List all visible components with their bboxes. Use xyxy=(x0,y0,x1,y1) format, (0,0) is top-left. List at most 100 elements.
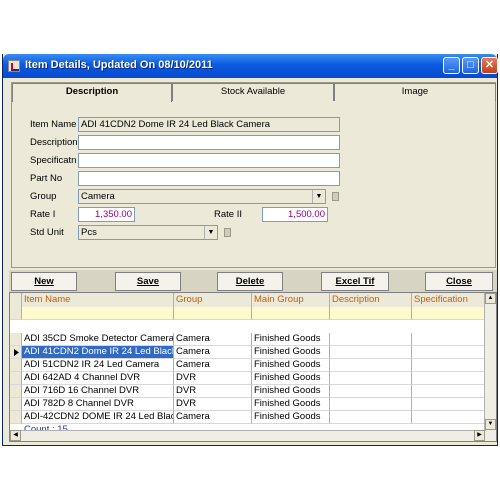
table-row[interactable]: ADI 35CD Smoke Detector Camera Camera Fini… xyxy=(10,333,486,346)
table-row[interactable]: ADI 642AD 4 Channel DVR DVR Finished Goods xyxy=(10,372,486,385)
close-button[interactable]: Close xyxy=(425,272,493,291)
cell-group[interactable]: Camera xyxy=(174,359,252,372)
cell-group[interactable]: DVR xyxy=(174,372,252,385)
cell-main-group[interactable]: Finished Goods xyxy=(252,359,330,372)
filter-cell[interactable] xyxy=(252,307,330,320)
row-selector[interactable] xyxy=(10,372,22,385)
std-unit-lookup-button[interactable] xyxy=(224,228,231,237)
cell-name[interactable]: ADI 51CDN2 IR 24 Led Camera xyxy=(22,359,174,372)
row-selector[interactable] xyxy=(10,411,22,424)
row-selector[interactable] xyxy=(10,346,22,359)
filter-row[interactable] xyxy=(10,307,486,320)
std-unit-value: Pcs xyxy=(81,227,97,238)
column-header-description[interactable]: Description xyxy=(330,293,412,307)
rate-ii-field[interactable]: 1,500.00 xyxy=(262,207,328,222)
cell-description[interactable] xyxy=(330,411,412,424)
cell-specification[interactable] xyxy=(412,333,486,346)
cell-main-group[interactable]: Finished Goods xyxy=(252,411,330,424)
row-selector[interactable] xyxy=(10,333,22,346)
window-title: Item Details, Updated On 08/10/2011 xyxy=(25,59,213,71)
scroll-up-icon[interactable]: ▲ xyxy=(485,293,496,304)
cell-description[interactable] xyxy=(330,385,412,398)
cell-main-group[interactable]: Finished Goods xyxy=(252,372,330,385)
column-header-group[interactable]: Group xyxy=(174,293,252,307)
table-row[interactable]: ADI-42CDN2 DOME IR 24 Led Black Camera Fin… xyxy=(10,411,486,424)
filter-cell[interactable] xyxy=(174,307,252,320)
column-header-specification[interactable]: Specification xyxy=(412,293,486,307)
part-no-field[interactable] xyxy=(78,171,340,186)
cell-specification[interactable] xyxy=(412,346,486,359)
cell-main-group[interactable]: Finished Goods xyxy=(252,398,330,411)
table-row[interactable]: ADI 716D 16 Channel DVR DVR Finished Goods xyxy=(10,385,486,398)
filter-cell[interactable] xyxy=(330,307,412,320)
tab-strip: Description Stock Available Image xyxy=(12,83,497,102)
column-header-item-name[interactable]: Item Name xyxy=(22,293,174,307)
rate-i-field[interactable]: 1,350.00 xyxy=(78,207,135,222)
chevron-down-icon[interactable]: ▼ xyxy=(312,190,325,203)
scroll-down-icon[interactable]: ▼ xyxy=(485,419,496,430)
description-field[interactable] xyxy=(78,135,340,150)
close-window-button[interactable]: ✕ xyxy=(481,57,498,74)
minimize-button[interactable]: _ xyxy=(443,57,460,74)
cell-main-group[interactable]: Finished Goods xyxy=(252,346,330,359)
item-name-label: Item Name xyxy=(30,119,77,130)
excel-button[interactable]: Excel Tif xyxy=(321,272,389,291)
table-row[interactable]: ADI 41CDN2 Dome IR 24 Led Black Camera Fin… xyxy=(10,346,486,359)
part-no-label: Part No xyxy=(30,173,63,184)
cell-group[interactable]: DVR xyxy=(174,385,252,398)
cell-specification[interactable] xyxy=(412,385,486,398)
cell-description[interactable] xyxy=(330,359,412,372)
filter-cell[interactable] xyxy=(22,307,174,320)
cell-group[interactable]: Camera xyxy=(174,333,252,346)
cell-name[interactable]: ADI 782D 8 Channel DVR xyxy=(22,398,174,411)
cell-group[interactable]: Camera xyxy=(174,411,252,424)
cell-name[interactable]: ADI 35CD Smoke Detector Camera xyxy=(22,333,174,346)
items-grid[interactable]: Item Name Group Main Group Description S… xyxy=(9,292,497,442)
save-button[interactable]: Save xyxy=(115,272,181,291)
title-bar[interactable]: Item Details, Updated On 08/10/2011 _ □ … xyxy=(3,54,498,78)
cell-group[interactable]: Camera xyxy=(174,346,252,359)
cell-description[interactable] xyxy=(330,372,412,385)
maximize-button[interactable]: □ xyxy=(462,57,479,74)
std-unit-select[interactable]: Pcs ▼ xyxy=(78,225,218,240)
vertical-scrollbar[interactable]: ▲ ▼ xyxy=(484,293,496,441)
cell-description[interactable] xyxy=(330,398,412,411)
group-label: Group xyxy=(30,191,57,202)
group-select[interactable]: Camera ▼ xyxy=(78,189,326,204)
cell-specification[interactable] xyxy=(412,398,486,411)
cell-name[interactable]: ADI 716D 16 Channel DVR xyxy=(22,385,174,398)
cell-name[interactable]: ADI-42CDN2 DOME IR 24 Led Black xyxy=(22,411,174,424)
tab-description[interactable]: Description xyxy=(12,83,172,102)
cell-specification[interactable] xyxy=(412,372,486,385)
cell-description[interactable] xyxy=(330,333,412,346)
table-row[interactable]: ADI 51CDN2 IR 24 Led Camera Camera Finishe… xyxy=(10,359,486,372)
item-details-window: Item Details, Updated On 08/10/2011 _ □ … xyxy=(2,54,498,446)
cell-name[interactable]: ADI 642AD 4 Channel DVR xyxy=(22,372,174,385)
row-selector[interactable] xyxy=(10,359,22,372)
column-header-main-group[interactable]: Main Group xyxy=(252,293,330,307)
cell-specification[interactable] xyxy=(412,411,486,424)
description-label: Description xyxy=(30,137,78,148)
scroll-right-icon[interactable]: ▶ xyxy=(474,430,485,441)
new-button[interactable]: New xyxy=(11,272,77,291)
delete-button[interactable]: Delete xyxy=(217,272,283,291)
scroll-left-icon[interactable]: ◀ xyxy=(10,430,21,441)
tab-stock-available[interactable]: Stock Available xyxy=(172,83,334,101)
filter-cell[interactable] xyxy=(412,307,486,320)
cell-specification[interactable] xyxy=(412,359,486,372)
row-selector[interactable] xyxy=(10,398,22,411)
cell-description[interactable] xyxy=(330,346,412,359)
tab-image[interactable]: Image xyxy=(334,83,496,101)
row-selector[interactable] xyxy=(10,385,22,398)
cell-main-group[interactable]: Finished Goods xyxy=(252,385,330,398)
table-row[interactable]: ADI 782D 8 Channel DVR DVR Finished Goods xyxy=(10,398,486,411)
app-icon xyxy=(8,60,20,72)
chevron-down-icon[interactable]: ▼ xyxy=(204,226,217,239)
group-lookup-button[interactable] xyxy=(332,192,339,201)
cell-group[interactable]: DVR xyxy=(174,398,252,411)
horizontal-scrollbar[interactable]: ◀ ▶ xyxy=(10,430,486,441)
item-name-field[interactable]: ADI 41CDN2 Dome IR 24 Led Black Camera xyxy=(78,117,340,132)
specification-field[interactable] xyxy=(78,153,340,168)
cell-name[interactable]: ADI 41CDN2 Dome IR 24 Led Black xyxy=(22,346,174,359)
cell-main-group[interactable]: Finished Goods xyxy=(252,333,330,346)
